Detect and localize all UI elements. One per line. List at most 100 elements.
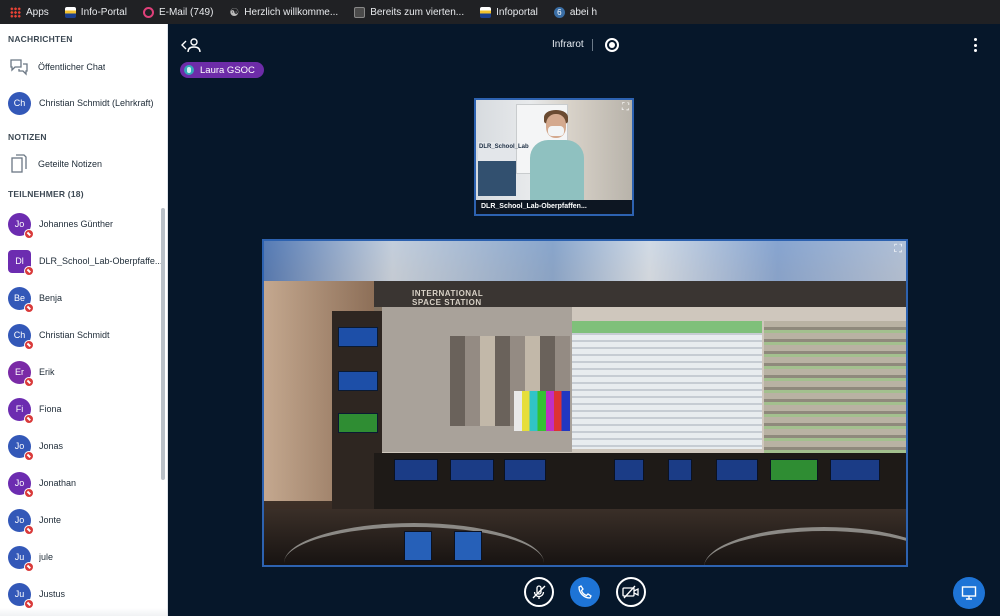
avatar: Ju bbox=[8, 545, 34, 572]
sidebar: NACHRICHTEN Öffentlicher Chat Ch Christi… bbox=[0, 24, 168, 616]
console-monitor bbox=[614, 459, 644, 481]
video-off-icon bbox=[622, 585, 639, 599]
muted-mic-icon bbox=[24, 228, 34, 239]
participant-item[interactable]: Jo Jonte bbox=[8, 505, 163, 535]
phone-icon bbox=[578, 585, 592, 599]
bookmark-email[interactable]: E-Mail (749) bbox=[142, 6, 213, 18]
avatar: Ju bbox=[8, 582, 34, 609]
console-monitor bbox=[450, 459, 494, 481]
data-display bbox=[572, 321, 762, 449]
notes-section-title: NOTIZEN bbox=[8, 132, 47, 142]
muted-mic-icon bbox=[24, 598, 34, 609]
wall-monitor bbox=[338, 413, 378, 433]
muted-mic-icon bbox=[24, 339, 34, 350]
presentation-button[interactable] bbox=[953, 577, 985, 609]
bookmark-apps[interactable]: Apps bbox=[10, 6, 49, 18]
bookmark-abei[interactable]: 6 abei h bbox=[553, 6, 597, 18]
avatar: Er bbox=[8, 360, 34, 387]
mail-icon bbox=[142, 6, 154, 18]
avatar: Jo bbox=[8, 508, 34, 535]
private-chat-item[interactable]: Ch Christian Schmidt (Lehrkraft) bbox=[8, 88, 163, 118]
shared-notes-item[interactable]: Geteilte Notizen bbox=[8, 149, 163, 179]
title-divider bbox=[592, 39, 593, 51]
talking-indicator: Laura GSOC bbox=[180, 62, 264, 78]
meeting-title: Infrarot bbox=[552, 39, 584, 50]
data-display-header bbox=[572, 321, 762, 333]
more-options-button[interactable] bbox=[974, 38, 978, 52]
console-monitor bbox=[770, 459, 818, 481]
participant-item[interactable]: Er Erik bbox=[8, 357, 163, 387]
muted-mic-icon bbox=[24, 265, 34, 276]
poster bbox=[478, 142, 516, 196]
avatar: Ch bbox=[8, 323, 34, 350]
muted-mic-icon bbox=[24, 302, 34, 313]
participant-item[interactable]: Jo Jonathan bbox=[8, 468, 163, 498]
muted-mic-icon bbox=[24, 376, 34, 387]
participants-section-title: TEILNEHMER (18) bbox=[8, 189, 84, 199]
flag-icon bbox=[64, 6, 76, 18]
record-button[interactable] bbox=[605, 38, 619, 52]
toggle-userlist-button[interactable] bbox=[181, 37, 201, 53]
console-monitor bbox=[716, 459, 758, 481]
ceiling-lights bbox=[264, 241, 906, 281]
sidebar-fade bbox=[0, 608, 167, 616]
desk-monitor bbox=[404, 531, 432, 561]
muted-mic-icon bbox=[24, 561, 34, 572]
participant-item[interactable]: Ju jule bbox=[8, 542, 163, 572]
avatar: Jo bbox=[8, 471, 34, 498]
iss-sign: INTERNATIONAL SPACE STATION bbox=[412, 289, 484, 307]
notes-document-icon bbox=[8, 153, 30, 175]
person-body bbox=[530, 140, 584, 202]
poster-text: DLR_School_Lab bbox=[479, 144, 529, 150]
console-monitor bbox=[830, 459, 880, 481]
fullscreen-icon[interactable]: ⛶ bbox=[622, 102, 629, 113]
participant-item[interactable]: Ch Christian Schmidt bbox=[8, 320, 163, 350]
join-audio-button[interactable] bbox=[570, 577, 600, 607]
public-chat-item[interactable]: Öffentlicher Chat bbox=[8, 52, 163, 82]
screenshare-video[interactable]: INTERNATIONAL SPACE STATION ⛶ bbox=[262, 239, 908, 567]
color-bars bbox=[514, 391, 570, 431]
microphone-icon bbox=[184, 65, 194, 75]
apps-grid-icon bbox=[10, 6, 21, 18]
participant-item[interactable]: Jo Jonas bbox=[8, 431, 163, 461]
console-monitor bbox=[668, 459, 692, 481]
face-mask bbox=[548, 126, 564, 136]
messages-section-title: NACHRICHTEN bbox=[8, 34, 73, 44]
page-icon bbox=[354, 6, 366, 18]
bookmarks-bar: Apps Info-Portal E-Mail (749) ☯ Herzlich … bbox=[0, 0, 1000, 24]
desk-monitor bbox=[454, 531, 482, 561]
participant-item[interactable]: Ju Justus bbox=[8, 579, 163, 609]
sidebar-scrollbar[interactable] bbox=[161, 208, 165, 480]
wall-monitor bbox=[338, 371, 378, 391]
muted-mic-icon bbox=[24, 487, 34, 498]
webcam-username: DLR_School_Lab-Oberpfaffen... bbox=[476, 200, 632, 214]
webcam-video[interactable]: DLR_School_Lab DLR_School_Lab-Oberpfaffe… bbox=[474, 98, 634, 216]
avatar: Dl bbox=[8, 249, 34, 276]
participant-item[interactable]: Jo Johannes Günther bbox=[8, 209, 163, 239]
share-webcam-button[interactable] bbox=[616, 577, 646, 607]
muted-mic-icon bbox=[24, 450, 34, 461]
chat-bubbles-icon bbox=[8, 56, 30, 78]
participant-item[interactable]: Be Benja bbox=[8, 283, 163, 313]
avatar: Jo bbox=[8, 212, 34, 239]
participant-item[interactable]: Dl DLR_School_Lab-Oberpfaffe... bbox=[8, 246, 163, 276]
presentation-icon bbox=[961, 586, 977, 600]
muted-microphone-icon bbox=[532, 585, 546, 599]
wall-monitor bbox=[338, 327, 378, 347]
user-list-icon bbox=[181, 38, 201, 53]
participant-item[interactable]: Fi Fiona bbox=[8, 394, 163, 424]
bookmark-bereits[interactable]: Bereits zum vierten... bbox=[354, 6, 464, 18]
avatar: Fi bbox=[8, 397, 34, 424]
bookmark-infoportal[interactable]: Infoportal bbox=[480, 6, 538, 18]
console-monitor bbox=[394, 459, 438, 481]
wave-icon: ☯ bbox=[229, 6, 240, 19]
timeline-display bbox=[764, 321, 906, 456]
bookmark-herzlich[interactable]: ☯ Herzlich willkomme... bbox=[229, 6, 338, 19]
unmute-button[interactable] bbox=[524, 577, 554, 607]
muted-mic-icon bbox=[24, 524, 34, 535]
six-icon: 6 bbox=[553, 6, 565, 18]
avatar: Jo bbox=[8, 434, 34, 461]
fullscreen-icon[interactable]: ⛶ bbox=[894, 243, 902, 256]
bookmark-info-portal[interactable]: Info-Portal bbox=[64, 6, 127, 18]
main-stage: Infrarot Laura GSOC DLR_School_Lab DLR_S… bbox=[169, 24, 1000, 616]
